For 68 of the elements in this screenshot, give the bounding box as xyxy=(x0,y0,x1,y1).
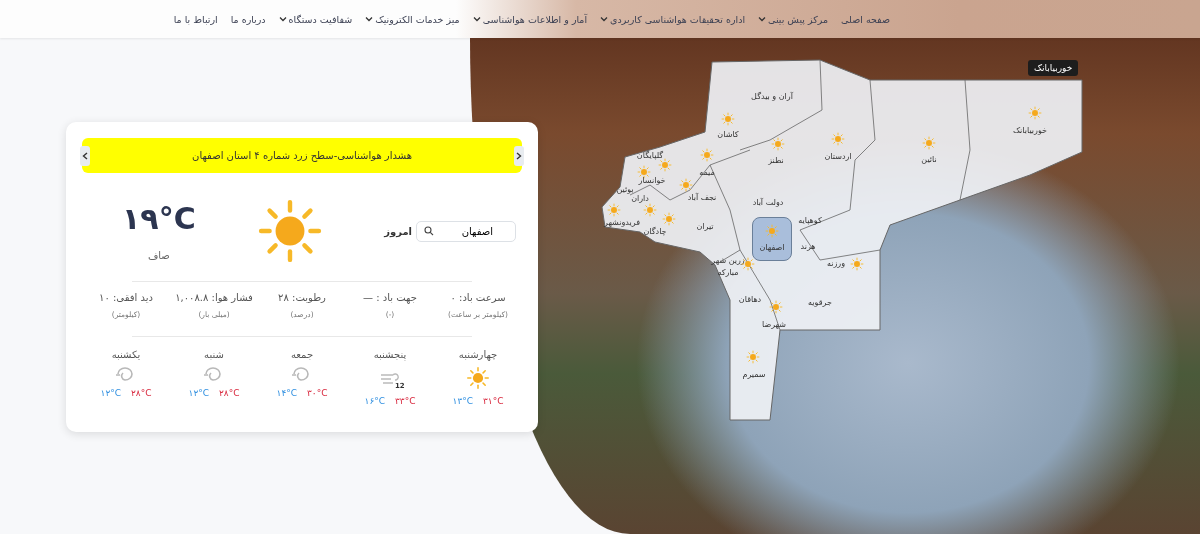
chevron-icon xyxy=(516,152,522,160)
county-label[interactable]: اردستان xyxy=(824,151,852,161)
county-label[interactable]: جرقویه xyxy=(808,297,832,307)
county-label[interactable]: دولت آباد xyxy=(752,197,784,207)
previous-button[interactable] xyxy=(80,146,90,166)
highlighted-region[interactable] xyxy=(752,217,792,261)
nav-link[interactable]: میز خدمات الکترونیک xyxy=(365,13,460,25)
nav-link[interactable]: ارتباط با ما xyxy=(173,13,218,25)
min-temperature: ۱۲°C xyxy=(100,388,121,398)
county-label[interactable]: فریدونشهر xyxy=(604,217,640,227)
county-label[interactable]: ورزنه xyxy=(826,258,846,268)
stat-label: جهت باد : — xyxy=(363,292,417,303)
min-temperature: ۱۴°C xyxy=(276,388,297,398)
alert-text: هشدار هواشناسی-سطح زرد شماره ۴ استان اصفهان xyxy=(192,150,412,161)
county-label[interactable]: سمیرم xyxy=(742,369,766,379)
max-temperature: ۲۸°C xyxy=(131,388,152,398)
min-temperature: ۱۶°C xyxy=(364,396,385,406)
day-label: امروز xyxy=(384,225,412,237)
nav-link[interactable]: صفحه اصلی xyxy=(841,13,890,25)
county-label[interactable]: اصفهان xyxy=(759,242,785,252)
sun-icon xyxy=(466,366,490,390)
max-temperature: ۳۳°C xyxy=(395,396,416,406)
search-field[interactable]: اصفهان xyxy=(416,220,516,242)
min-temperature: ۱۳°C xyxy=(452,396,473,406)
day-name: یکشنبه xyxy=(111,349,141,360)
county-label[interactable]: بوئین xyxy=(616,184,634,194)
search-icon xyxy=(424,225,434,236)
condition-text: صاف xyxy=(147,250,170,261)
day-name: جمعه xyxy=(290,349,314,360)
nav-link[interactable]: اداره تحقیقات هواشناسی کاربردی xyxy=(600,13,746,25)
county-label[interactable]: کوهپایه xyxy=(798,215,822,225)
temperature: ۱۹°C xyxy=(122,201,196,236)
county-label[interactable]: چادگان xyxy=(643,226,667,236)
chevron-icon xyxy=(82,152,88,160)
county-label[interactable]: نائین xyxy=(921,154,937,164)
county-label[interactable]: میمه xyxy=(699,167,715,177)
county-label[interactable]: مبارکه xyxy=(717,267,739,277)
wind-icon xyxy=(379,371,401,385)
stat-label: فشار هوا: ۱,۰۰۸.۸ xyxy=(175,292,253,303)
county-label[interactable]: خوربیابانک xyxy=(1012,125,1048,135)
stat-label: رطوبت: ۲۸ xyxy=(278,292,326,303)
nav-link[interactable]: آمار و اطلاعات هواشناسی xyxy=(472,13,588,25)
max-temperature: ۳۰°C xyxy=(307,388,328,398)
stat-label: سرعت باد: ۰ xyxy=(450,292,506,303)
day-name: پنجشنبه xyxy=(373,349,407,360)
nav-link[interactable]: مرکز پیش بینی xyxy=(758,13,829,25)
next-button[interactable] xyxy=(514,146,524,166)
stat-label: دید افقی: ۱۰ xyxy=(99,292,153,303)
max-temperature: ۳۱°C xyxy=(483,396,504,406)
county-label[interactable]: خوانسار xyxy=(638,175,666,185)
map-tooltip: خوربیابانک xyxy=(1028,60,1079,76)
county-label[interactable]: داران xyxy=(631,193,649,203)
county-label[interactable]: دهاقان xyxy=(738,294,762,304)
nav-link[interactable]: شفافیت دستگاه xyxy=(278,13,353,25)
county-label[interactable]: هرند xyxy=(800,241,816,251)
county-label[interactable]: شهرضا xyxy=(762,319,786,329)
county-label[interactable]: نجف آباد xyxy=(687,192,717,202)
nav-link[interactable]: درباره ما xyxy=(230,13,266,25)
max-temperature: ۲۸°C xyxy=(219,388,240,398)
county-label[interactable]: آران و بیدگل xyxy=(751,91,793,101)
day-name: چهارشنبه xyxy=(458,349,498,360)
county-label[interactable]: نطنز xyxy=(768,155,784,165)
county-label[interactable]: تیران xyxy=(696,221,714,231)
county-label[interactable]: گلپایگان xyxy=(636,150,664,160)
day-name: شنبه xyxy=(204,349,224,360)
county-label[interactable]: زرین شهر xyxy=(711,255,745,265)
min-temperature: ۱۲°C xyxy=(188,388,209,398)
county-label[interactable]: کاشان xyxy=(717,129,739,139)
